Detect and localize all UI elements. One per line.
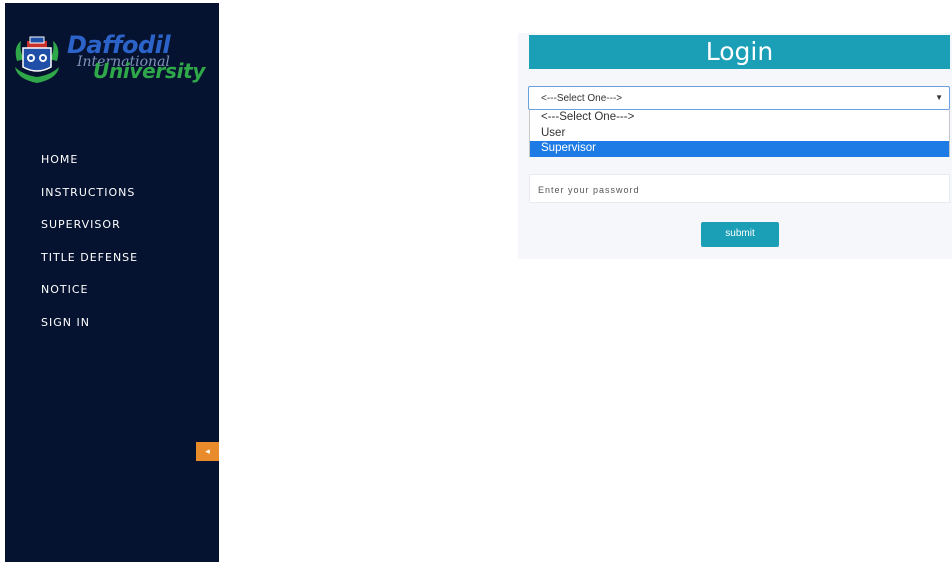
role-select-value: <---Select One---> (541, 93, 623, 104)
nav-item-notice[interactable]: NOTICE (41, 283, 138, 316)
login-panel: Login <---Select One---> ▼ <---Select On… (518, 33, 952, 259)
sidebar: Daffodil International University HOME I… (5, 3, 219, 562)
logo-word-university: University (93, 59, 206, 83)
chevron-left-icon: ◂ (205, 446, 210, 456)
role-option-select-one[interactable]: <---Select One---> (530, 110, 949, 126)
dropdown-arrow-icon: ▼ (935, 93, 943, 102)
university-emblem-icon (15, 36, 59, 83)
nav-item-title-defense[interactable]: TITLE DEFENSE (41, 251, 138, 284)
nav-item-sign-in[interactable]: SIGN IN (41, 316, 138, 349)
role-select[interactable]: <---Select One---> ▼ (528, 86, 950, 110)
university-logo[interactable]: Daffodil International University (11, 31, 211, 89)
submit-button[interactable]: submit (701, 222, 779, 247)
role-option-user[interactable]: User (530, 126, 949, 142)
role-option-supervisor[interactable]: Supervisor (530, 141, 949, 157)
main-nav: HOME INSTRUCTIONS SUPERVISOR TITLE DEFEN… (41, 153, 138, 348)
sidebar-collapse-button[interactable]: ◂ (196, 442, 219, 461)
nav-item-supervisor[interactable]: SUPERVISOR (41, 218, 138, 251)
login-title: Login (529, 35, 950, 69)
nav-item-instructions[interactable]: INSTRUCTIONS (41, 186, 138, 219)
password-input[interactable]: Enter your password (529, 174, 950, 203)
nav-item-home[interactable]: HOME (41, 153, 138, 186)
role-dropdown-list: <---Select One---> User Supervisor (529, 110, 950, 157)
